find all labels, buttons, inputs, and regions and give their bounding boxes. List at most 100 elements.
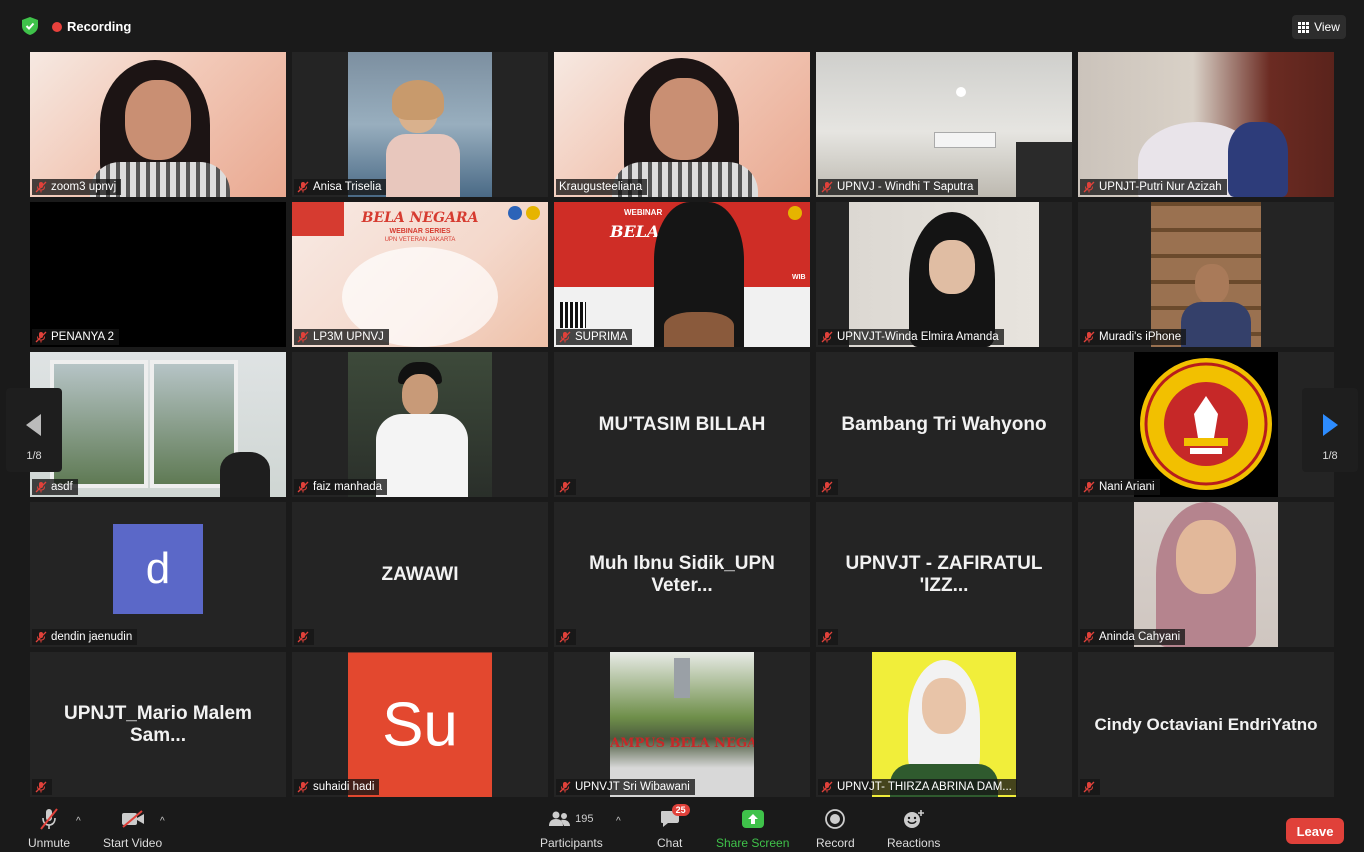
- participant-video: WEBINAR BELA WIB: [554, 202, 810, 347]
- recording-dot-icon: [52, 21, 62, 32]
- participant-name: asdf: [51, 481, 73, 493]
- chat-label: Chat: [657, 836, 683, 850]
- muted-mic-icon: [559, 781, 571, 793]
- page-indicator-left: 1/8: [26, 450, 42, 462]
- reactions-icon: [903, 810, 924, 828]
- participant-name-tag: asdf: [32, 479, 78, 495]
- participant-name-tag: Muradi's iPhone: [1080, 329, 1187, 345]
- muted-mic-icon: [1083, 181, 1095, 193]
- video-tile[interactable]: faiz manhada: [292, 352, 548, 497]
- muted-mic-icon: [821, 331, 833, 343]
- participant-name: UPNVJT- THIRZA ABRINA DAM...: [837, 781, 1012, 793]
- participant-name: LP3M UPNVJ: [313, 331, 384, 343]
- video-tile[interactable]: Cindy Octaviani EndriYatno: [1078, 652, 1334, 797]
- video-tile[interactable]: WEBINAR BELA WIB SUPRIMA: [554, 202, 810, 347]
- audio-options-chevron-icon[interactable]: ^: [76, 816, 81, 827]
- share-screen-button[interactable]: Share Screen: [716, 808, 789, 850]
- muted-mic-icon: [35, 631, 47, 643]
- slide-time: WIB: [792, 274, 806, 281]
- participants-options-chevron-icon[interactable]: ^: [616, 816, 621, 827]
- participant-display-name: UPNVJT - ZAFIRATUL 'IZZ...: [845, 552, 1043, 596]
- security-shield-icon[interactable]: [22, 17, 38, 35]
- record-button[interactable]: Record: [816, 808, 855, 850]
- view-label: View: [1314, 20, 1340, 34]
- video-tile[interactable]: PENANYA 2: [30, 202, 286, 347]
- meeting-toolbar: Unmute ^ Start Video ^ 195 Participants …: [0, 802, 1364, 852]
- participants-button[interactable]: 195 Participants: [540, 808, 603, 850]
- start-video-button[interactable]: Start Video: [103, 808, 162, 850]
- participants-icon: [549, 811, 571, 826]
- participant-name-tag: UPNVJT Sri Wibawani: [556, 779, 695, 795]
- participant-name-tag: [556, 479, 576, 495]
- video-tile[interactable]: Bambang Tri Wahyono: [816, 352, 1072, 497]
- participant-display-name: MU'TASIM BILLAH: [598, 413, 766, 435]
- participant-name-tag: PENANYA 2: [32, 329, 120, 345]
- participant-name: zoom3 upnvj: [51, 181, 117, 193]
- video-tile-active-speaker[interactable]: Kraugusteeliana: [554, 52, 810, 197]
- participant-name: suhaidi hadi: [313, 781, 375, 793]
- participant-name: Anisa Triselia: [313, 181, 382, 193]
- participant-display-name: ZAWAWI: [381, 563, 459, 585]
- participant-video: [1078, 52, 1334, 197]
- recording-label: Recording: [67, 19, 132, 34]
- participant-name: SUPRIMA: [575, 331, 628, 343]
- reactions-label: Reactions: [887, 836, 941, 850]
- participant-name-tag: faiz manhada: [294, 479, 388, 495]
- muted-mic-icon: [297, 781, 309, 793]
- video-tile[interactable]: UPNVJT - ZAFIRATUL 'IZZ...: [816, 502, 1072, 647]
- record-label: Record: [816, 836, 855, 850]
- video-tile[interactable]: UPNVJ - Windhi T Saputra: [816, 52, 1072, 197]
- video-tile[interactable]: UPNVJT- THIRZA ABRINA DAM...: [816, 652, 1072, 797]
- video-tile[interactable]: UPNVJT-Winda Elmira Amanda: [816, 202, 1072, 347]
- muted-mic-icon: [297, 481, 309, 493]
- video-tile[interactable]: Anisa Triselia: [292, 52, 548, 197]
- video-tile[interactable]: UPNJT_Mario Malem Sam...: [30, 652, 286, 797]
- participant-name: PENANYA 2: [51, 331, 115, 343]
- video-tile[interactable]: Muradi's iPhone: [1078, 202, 1334, 347]
- video-tile[interactable]: Aninda Cahyani: [1078, 502, 1334, 647]
- reactions-button[interactable]: Reactions: [887, 808, 940, 850]
- participant-name-tag: suhaidi hadi: [294, 779, 380, 795]
- video-tile[interactable]: Nani Ariani: [1078, 352, 1334, 497]
- video-tile[interactable]: BELA NEGARA WEBINAR SERIES UPN VETERAN J…: [292, 202, 548, 347]
- video-tile[interactable]: UPNJT-Putri Nur Azizah: [1078, 52, 1334, 197]
- participant-video: [1151, 202, 1261, 347]
- muted-mic-icon: [35, 181, 47, 193]
- view-button[interactable]: View: [1292, 15, 1346, 39]
- leave-button[interactable]: Leave: [1286, 818, 1344, 844]
- video-tile[interactable]: zoom3 upnvj: [30, 52, 286, 197]
- participant-video: [348, 352, 492, 497]
- video-tile[interactable]: Muh Ibnu Sidik_UPN Veter...: [554, 502, 810, 647]
- muted-mic-icon: [559, 481, 571, 493]
- recording-indicator[interactable]: Recording: [52, 19, 131, 34]
- participant-name-tag: [556, 629, 576, 645]
- participant-name: faiz manhada: [313, 481, 383, 493]
- video-tile[interactable]: d dendin jaenudin: [30, 502, 286, 647]
- video-tile[interactable]: AMPUS BELA NEGAR UPNVJT Sri Wibawani: [554, 652, 810, 797]
- university-logo: [1140, 358, 1272, 490]
- participant-name: dendin jaenudin: [51, 631, 133, 643]
- video-tile[interactable]: asdf: [30, 352, 286, 497]
- muted-mic-icon: [821, 181, 833, 193]
- unmute-button[interactable]: Unmute: [28, 808, 70, 850]
- participant-video: [554, 52, 810, 197]
- participant-name: UPNJT-Putri Nur Azizah: [1099, 181, 1222, 193]
- video-tile[interactable]: ZAWAWI: [292, 502, 548, 647]
- muted-mic-icon: [297, 181, 309, 193]
- next-page-button[interactable]: 1/8: [1302, 388, 1358, 472]
- participant-video: [849, 202, 1039, 347]
- start-video-label: Start Video: [103, 836, 163, 850]
- previous-page-button[interactable]: 1/8: [6, 388, 62, 472]
- slide-webinar: WEBINAR: [624, 208, 663, 217]
- top-bar: Recording View: [0, 0, 1364, 50]
- muted-mic-icon: [35, 781, 47, 793]
- video-tile[interactable]: MU'TASIM BILLAH: [554, 352, 810, 497]
- participant-video: [1134, 502, 1278, 647]
- participant-name-tag: SUPRIMA: [556, 329, 633, 345]
- chat-unread-badge: 25: [671, 804, 690, 816]
- participant-name-tag: Aninda Cahyani: [1080, 629, 1186, 645]
- video-tile[interactable]: Su suhaidi hadi: [292, 652, 548, 797]
- video-options-chevron-icon[interactable]: ^: [160, 816, 165, 827]
- chat-button[interactable]: 25 Chat: [657, 804, 690, 850]
- participant-name-tag: UPNVJ - Windhi T Saputra: [818, 179, 979, 195]
